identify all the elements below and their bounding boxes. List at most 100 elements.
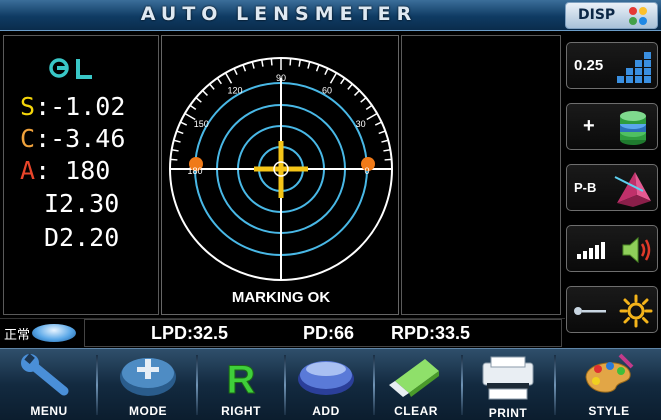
mode-icon [120, 358, 176, 396]
print-label: PRINT [488, 406, 528, 420]
protractor-tick [242, 64, 247, 72]
protractor-tick [340, 77, 346, 85]
status-label: 正常 [4, 328, 31, 343]
right-label: RIGHT [221, 404, 261, 418]
degree-label: 150 [194, 119, 209, 129]
lpd-value: LPD:32.5 [151, 323, 229, 343]
signal-bars-icon [577, 242, 605, 259]
protractor-tick [195, 97, 202, 103]
brightness-slider-icon [574, 307, 606, 315]
step-button[interactable]: 0.25 [566, 42, 658, 89]
protractor-tick [216, 77, 222, 85]
degree-label: 180 [187, 166, 202, 176]
degree-label: 120 [227, 85, 242, 95]
protractor-tick [366, 112, 378, 121]
cylinder-reading: C:-3.46 [20, 124, 125, 153]
protractor-tick [171, 148, 179, 152]
color-dot [629, 17, 637, 25]
sphere-value: :-1.02 [35, 92, 126, 121]
d-reading: D2.20 [44, 223, 120, 252]
status-indicator-icon [32, 324, 76, 342]
protractor-tick [270, 58, 273, 66]
sun-icon [619, 294, 653, 328]
color-dots-icon [629, 7, 649, 27]
protractor-tick [360, 97, 367, 103]
pd-value: PD:66 [303, 323, 355, 343]
add-button[interactable]: ADD [283, 349, 369, 420]
sphere-key: S [20, 92, 36, 121]
protractor-tick [180, 121, 188, 126]
toolbar-divider [96, 355, 98, 415]
mode-button[interactable]: MODE [105, 349, 191, 420]
protractor-tick [224, 72, 233, 84]
degree-labels: 180 150 120 90 60 30 0 [187, 73, 369, 176]
protractor-tick [383, 148, 391, 152]
protractor-tick [289, 58, 292, 66]
brightness-button[interactable] [566, 286, 658, 333]
title-bar: AUTO LENSMETER DISP [0, 0, 661, 31]
app-title: AUTO LENSMETER [140, 3, 418, 25]
clear-button[interactable]: CLEAR [373, 349, 459, 420]
protractor-tick [378, 130, 386, 135]
degree-label: 0 [364, 166, 369, 176]
menu-button[interactable]: MENU [6, 349, 92, 420]
disp-button[interactable]: DISP [565, 2, 658, 29]
sign-button[interactable]: + [566, 103, 658, 150]
volume-button[interactable] [566, 225, 658, 272]
protractor-tick [329, 72, 338, 84]
protractor-tick [354, 89, 361, 96]
svg-text:R: R [227, 358, 256, 401]
axis-reading: A: 180 [20, 156, 110, 185]
sphere-reading: S:-1.02 [20, 92, 125, 121]
i-reading: I2.30 [44, 189, 120, 218]
protractor-tick [384, 158, 392, 161]
readings-panel: CL S:-1.02 C:-3.46 A: 180 I2.30 D2.20 [3, 35, 159, 315]
step-label: 0.25 [574, 57, 604, 74]
protractor-tick [173, 139, 181, 143]
toolbar-divider [461, 355, 463, 415]
style-button[interactable]: STYLE [566, 349, 652, 420]
protractor-tick [365, 104, 373, 110]
marking-status: MARKING OK [231, 289, 331, 306]
protractor-tick [347, 83, 353, 90]
centering-target-panel: 180 150 120 90 60 30 0 MARKING OK [161, 35, 399, 315]
style-label: STYLE [588, 404, 630, 418]
protractor-tick [260, 59, 264, 67]
protractor-tick [381, 139, 389, 143]
axis-key: A [20, 156, 36, 185]
protractor-tick [315, 64, 320, 72]
prism-button[interactable]: P-B [566, 164, 658, 211]
bottom-toolbar: MENU MODE R RIGHT ADD CLEAR PRINT STYLE [0, 348, 661, 420]
centering-target: 180 150 120 90 60 30 0 [169, 57, 393, 281]
print-button[interactable]: PRINT [465, 349, 551, 420]
axis-value: : 180 [35, 156, 111, 185]
protractor-tick [176, 130, 184, 135]
protractor-tick [298, 59, 302, 67]
prism-icon [614, 172, 651, 207]
palette-icon [585, 353, 634, 393]
clear-label: CLEAR [394, 404, 438, 418]
protractor-tick [209, 83, 215, 90]
degree-label: 30 [356, 119, 366, 129]
protractor-tick [189, 104, 197, 110]
protractor-tick [233, 68, 238, 76]
disp-label: DISP [578, 7, 616, 23]
pd-status-bar: 正常 LPD:32.5 PD:66 RPD:33.5 [0, 318, 565, 347]
cl-logo-icon: CL [49, 58, 92, 79]
color-dot [629, 7, 637, 15]
add-icon [298, 361, 354, 395]
right-button[interactable]: R RIGHT [198, 349, 284, 420]
color-dot [639, 17, 647, 25]
database-icon [620, 111, 646, 145]
protractor-tick [251, 61, 255, 69]
protractor-tick [374, 121, 382, 126]
wrench-icon [21, 353, 69, 396]
protractor-tick [170, 158, 178, 161]
color-dot [639, 7, 647, 15]
rpd-value: RPD:33.5 [391, 323, 471, 343]
printer-icon [482, 356, 534, 400]
protractor-tick [324, 68, 329, 76]
pd-box: LPD:32.5 PD:66 RPD:33.5 [84, 319, 562, 347]
mode-label: MODE [129, 404, 167, 418]
degree-label: 60 [322, 85, 332, 95]
